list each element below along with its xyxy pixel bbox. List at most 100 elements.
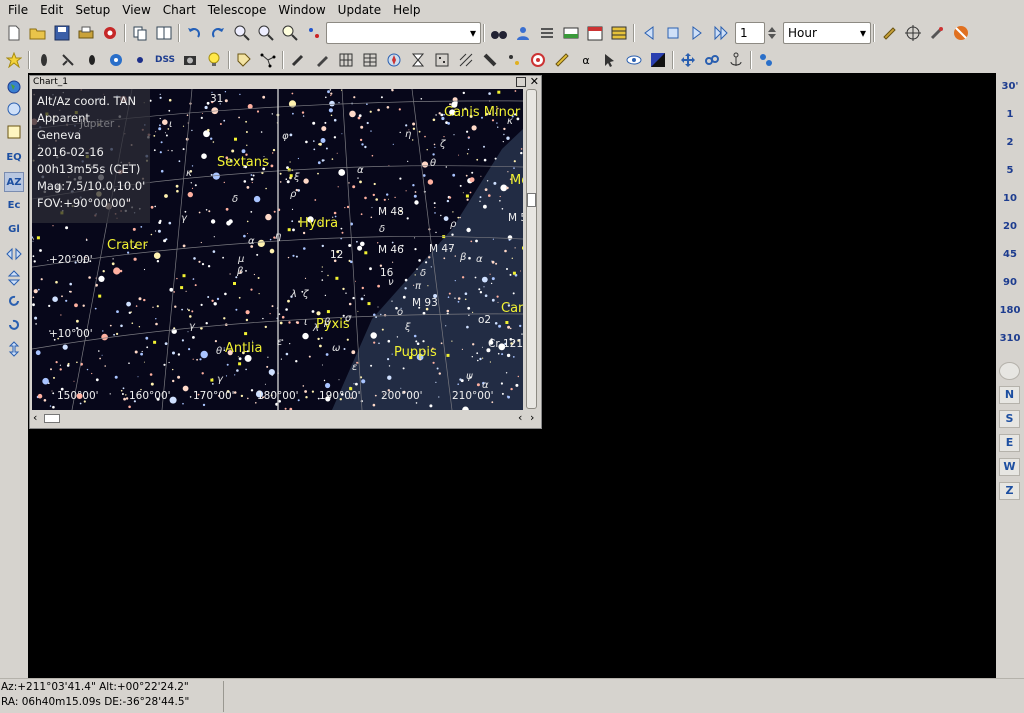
nebula-icon[interactable] [80, 48, 104, 72]
menu-update[interactable]: Update [332, 0, 387, 20]
galaxy-icon[interactable] [104, 48, 128, 72]
compass-icon[interactable] [382, 48, 406, 72]
menu-telescope[interactable]: Telescope [202, 0, 273, 20]
fov-button[interactable]: 310 [996, 333, 1024, 344]
menu-file[interactable]: File [2, 0, 34, 20]
notepad-icon[interactable] [4, 122, 24, 142]
rotate-right-icon[interactable] [4, 291, 24, 311]
eq-button[interactable]: EQ [4, 147, 24, 167]
target-icon[interactable] [526, 48, 550, 72]
object-search-combo[interactable]: ▾ [326, 22, 481, 44]
star-icon[interactable] [2, 48, 26, 72]
refresh-icon[interactable] [4, 99, 24, 119]
spin-arrows-icon[interactable] [765, 21, 779, 45]
new-chart-icon[interactable] [2, 21, 26, 45]
scroll-right-icon[interactable]: › [530, 411, 534, 424]
time-unit-select[interactable]: Hour ▾ [783, 22, 871, 44]
maximize-icon[interactable] [516, 77, 526, 87]
horizontal-scroll-thumb[interactable] [44, 414, 60, 423]
rotate-left-icon[interactable] [4, 315, 24, 335]
time-step-input[interactable]: 1 [735, 22, 765, 44]
az-button[interactable]: AZ [4, 172, 24, 192]
west-button[interactable]: W [999, 458, 1020, 476]
horizontal-scrollbar[interactable]: ‹ ‹ › [30, 410, 541, 427]
camera-icon[interactable] [178, 48, 202, 72]
fast-forward-icon[interactable] [709, 21, 733, 45]
step-back-icon[interactable] [637, 21, 661, 45]
save-icon[interactable] [50, 21, 74, 45]
asteroid-icon[interactable] [502, 48, 526, 72]
fov-button[interactable]: 90 [996, 277, 1024, 288]
invert-colors-icon[interactable] [646, 48, 670, 72]
milky-way-icon[interactable] [478, 48, 502, 72]
table-icon[interactable] [607, 21, 631, 45]
gl-button[interactable]: Gl [4, 219, 24, 239]
north-button[interactable]: N [999, 386, 1020, 404]
sky-chart[interactable]: Alt/Az coord. TAN Apparent Geneva 2016-0… [32, 89, 523, 410]
zenith-button[interactable]: Z [999, 482, 1020, 500]
double-star-icon[interactable] [56, 48, 80, 72]
copy-icon[interactable] [128, 21, 152, 45]
constellation-lines-icon[interactable] [256, 48, 280, 72]
label-tag-icon[interactable] [232, 48, 256, 72]
brush-icon[interactable] [286, 48, 310, 72]
step-forward-icon[interactable] [685, 21, 709, 45]
sync-icon[interactable] [925, 21, 949, 45]
east-button[interactable]: E [999, 434, 1020, 452]
bulb-icon[interactable] [202, 48, 226, 72]
fov-button[interactable]: 5 [996, 165, 1024, 176]
planet-icon[interactable] [128, 48, 152, 72]
zoom-fit-icon[interactable] [278, 21, 302, 45]
grid-az-icon[interactable] [358, 48, 382, 72]
earth-icon[interactable] [4, 77, 24, 97]
binoculars-icon[interactable] [487, 21, 511, 45]
anchor-icon[interactable] [724, 48, 748, 72]
vertical-scroll-thumb[interactable] [527, 193, 536, 207]
crosshair-icon[interactable] [901, 21, 925, 45]
list-icon[interactable] [535, 21, 559, 45]
fov-button[interactable]: 30' [996, 81, 1024, 92]
flip-horizontal-icon[interactable] [4, 244, 24, 264]
calendar-icon[interactable] [583, 21, 607, 45]
fov-button[interactable]: 2 [996, 137, 1024, 148]
vertical-arrows-icon[interactable] [4, 339, 24, 359]
network-icon[interactable] [754, 48, 778, 72]
menu-edit[interactable]: Edit [34, 0, 69, 20]
menu-view[interactable]: View [116, 0, 156, 20]
scroll-left-icon[interactable]: ‹ [518, 411, 522, 424]
alpha-label-button[interactable]: α [574, 48, 598, 72]
color-dots-icon[interactable] [302, 21, 326, 45]
menu-help[interactable]: Help [387, 0, 426, 20]
vertical-scrollbar[interactable] [524, 89, 539, 410]
variable-star-icon[interactable] [32, 48, 56, 72]
ruler-icon[interactable] [550, 48, 574, 72]
print-icon[interactable] [74, 21, 98, 45]
menu-setup[interactable]: Setup [69, 0, 116, 20]
menu-chart[interactable]: Chart [157, 0, 202, 20]
disconnect-icon[interactable] [949, 21, 973, 45]
grid-eq-icon[interactable] [334, 48, 358, 72]
menu-window[interactable]: Window [272, 0, 331, 20]
link-icon[interactable] [700, 48, 724, 72]
fov-button[interactable]: 1 [996, 109, 1024, 120]
ec-button[interactable]: Ec [4, 195, 24, 215]
zenith-circle-icon[interactable] [999, 362, 1020, 380]
hatch-icon[interactable] [454, 48, 478, 72]
open-folder-icon[interactable] [26, 21, 50, 45]
south-button[interactable]: S [999, 410, 1020, 428]
zoom-out-icon[interactable] [254, 21, 278, 45]
undo-icon[interactable] [182, 21, 206, 45]
observer-icon[interactable] [511, 21, 535, 45]
telescope-icon[interactable] [877, 21, 901, 45]
horizon-icon[interactable] [559, 21, 583, 45]
fov-button[interactable]: 180 [996, 305, 1024, 316]
stop-icon[interactable] [661, 21, 685, 45]
flip-vertical-icon[interactable] [4, 268, 24, 288]
pointer-icon[interactable] [598, 48, 622, 72]
redo-icon[interactable] [206, 21, 230, 45]
dss-button[interactable]: DSS [152, 48, 178, 72]
split-view-icon[interactable] [152, 21, 176, 45]
close-icon[interactable]: ✕ [530, 75, 539, 88]
fov-button[interactable]: 45 [996, 249, 1024, 260]
eye-icon[interactable] [622, 48, 646, 72]
